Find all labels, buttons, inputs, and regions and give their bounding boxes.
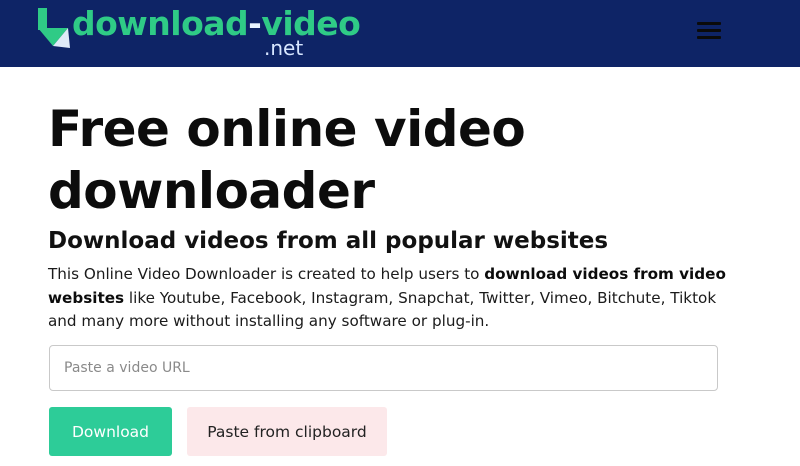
hamburger-menu-icon[interactable] <box>697 20 723 42</box>
logo-suffix: .net <box>264 36 304 60</box>
site-logo[interactable]: download-video .net <box>38 4 361 62</box>
video-url-input[interactable] <box>49 345 718 391</box>
logo-wordmark: download-video <box>72 4 361 43</box>
page-subtitle: Download videos from all popular website… <box>48 228 609 254</box>
intro-paragraph: This Online Video Downloader is created … <box>48 265 726 330</box>
paste-from-clipboard-button[interactable]: Paste from clipboard <box>187 407 387 456</box>
page-title: Free online video downloader <box>48 100 526 220</box>
top-navbar: download-video .net <box>0 0 800 67</box>
download-button[interactable]: Download <box>49 407 172 456</box>
download-arrow-icon <box>38 8 70 48</box>
